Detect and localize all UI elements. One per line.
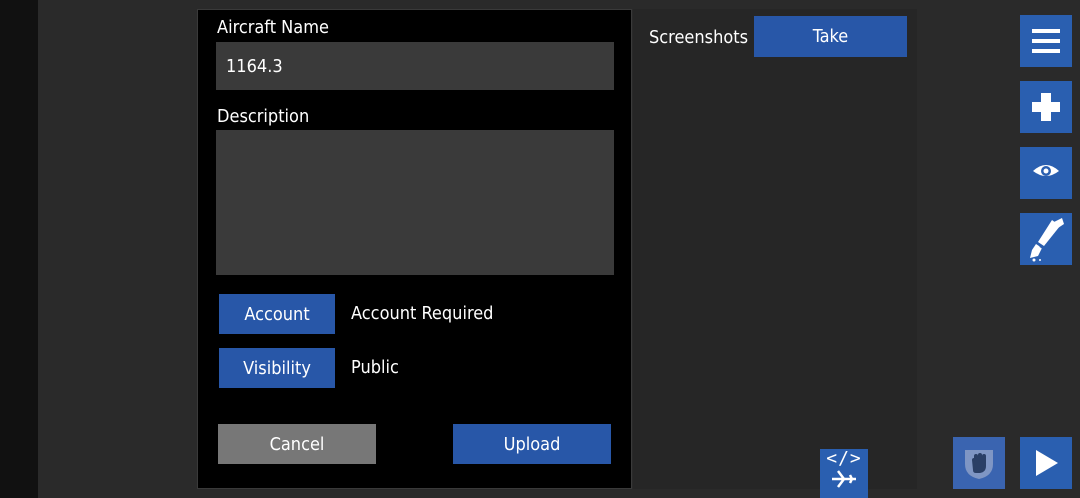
description-input[interactable] [216, 130, 614, 275]
paint-button[interactable] [1020, 213, 1072, 265]
view-button[interactable] [1020, 147, 1072, 199]
description-label: Description [217, 106, 310, 127]
screenshots-label: Screenshots [649, 27, 749, 48]
play-icon [1036, 450, 1058, 476]
upload-dialog: Aircraft Name Description Account Accoun… [197, 9, 632, 489]
upload-button[interactable]: Upload [453, 424, 611, 464]
play-button[interactable] [1020, 437, 1072, 489]
screenshots-panel: Screenshots Take [633, 9, 917, 489]
account-status: Account Required [351, 303, 494, 324]
account-button[interactable]: Account [219, 294, 335, 334]
description-field[interactable] [216, 130, 614, 275]
aircraft-name-field[interactable] [216, 42, 614, 90]
cancel-button[interactable]: Cancel [218, 424, 376, 464]
visibility-value: Public [351, 357, 399, 378]
airplane-icon [832, 470, 856, 488]
paint-icon [1030, 218, 1064, 262]
take-screenshot-button[interactable]: Take [754, 16, 907, 57]
add-part-icon [1032, 93, 1060, 121]
view-icon [1033, 165, 1059, 176]
hand-button[interactable] [953, 437, 1005, 489]
aircraft-name-input[interactable] [216, 42, 614, 90]
code-glyph: </> [826, 448, 862, 469]
menu-button[interactable] [1020, 15, 1072, 67]
add-part-button[interactable] [1020, 81, 1072, 133]
hand-icon [965, 450, 993, 479]
aircraft-name-label: Aircraft Name [217, 17, 329, 38]
code-aircraft-button[interactable]: </> [820, 449, 868, 498]
menu-icon [1032, 29, 1060, 53]
left-edge-bar [0, 0, 38, 498]
visibility-button[interactable]: Visibility [219, 348, 335, 388]
